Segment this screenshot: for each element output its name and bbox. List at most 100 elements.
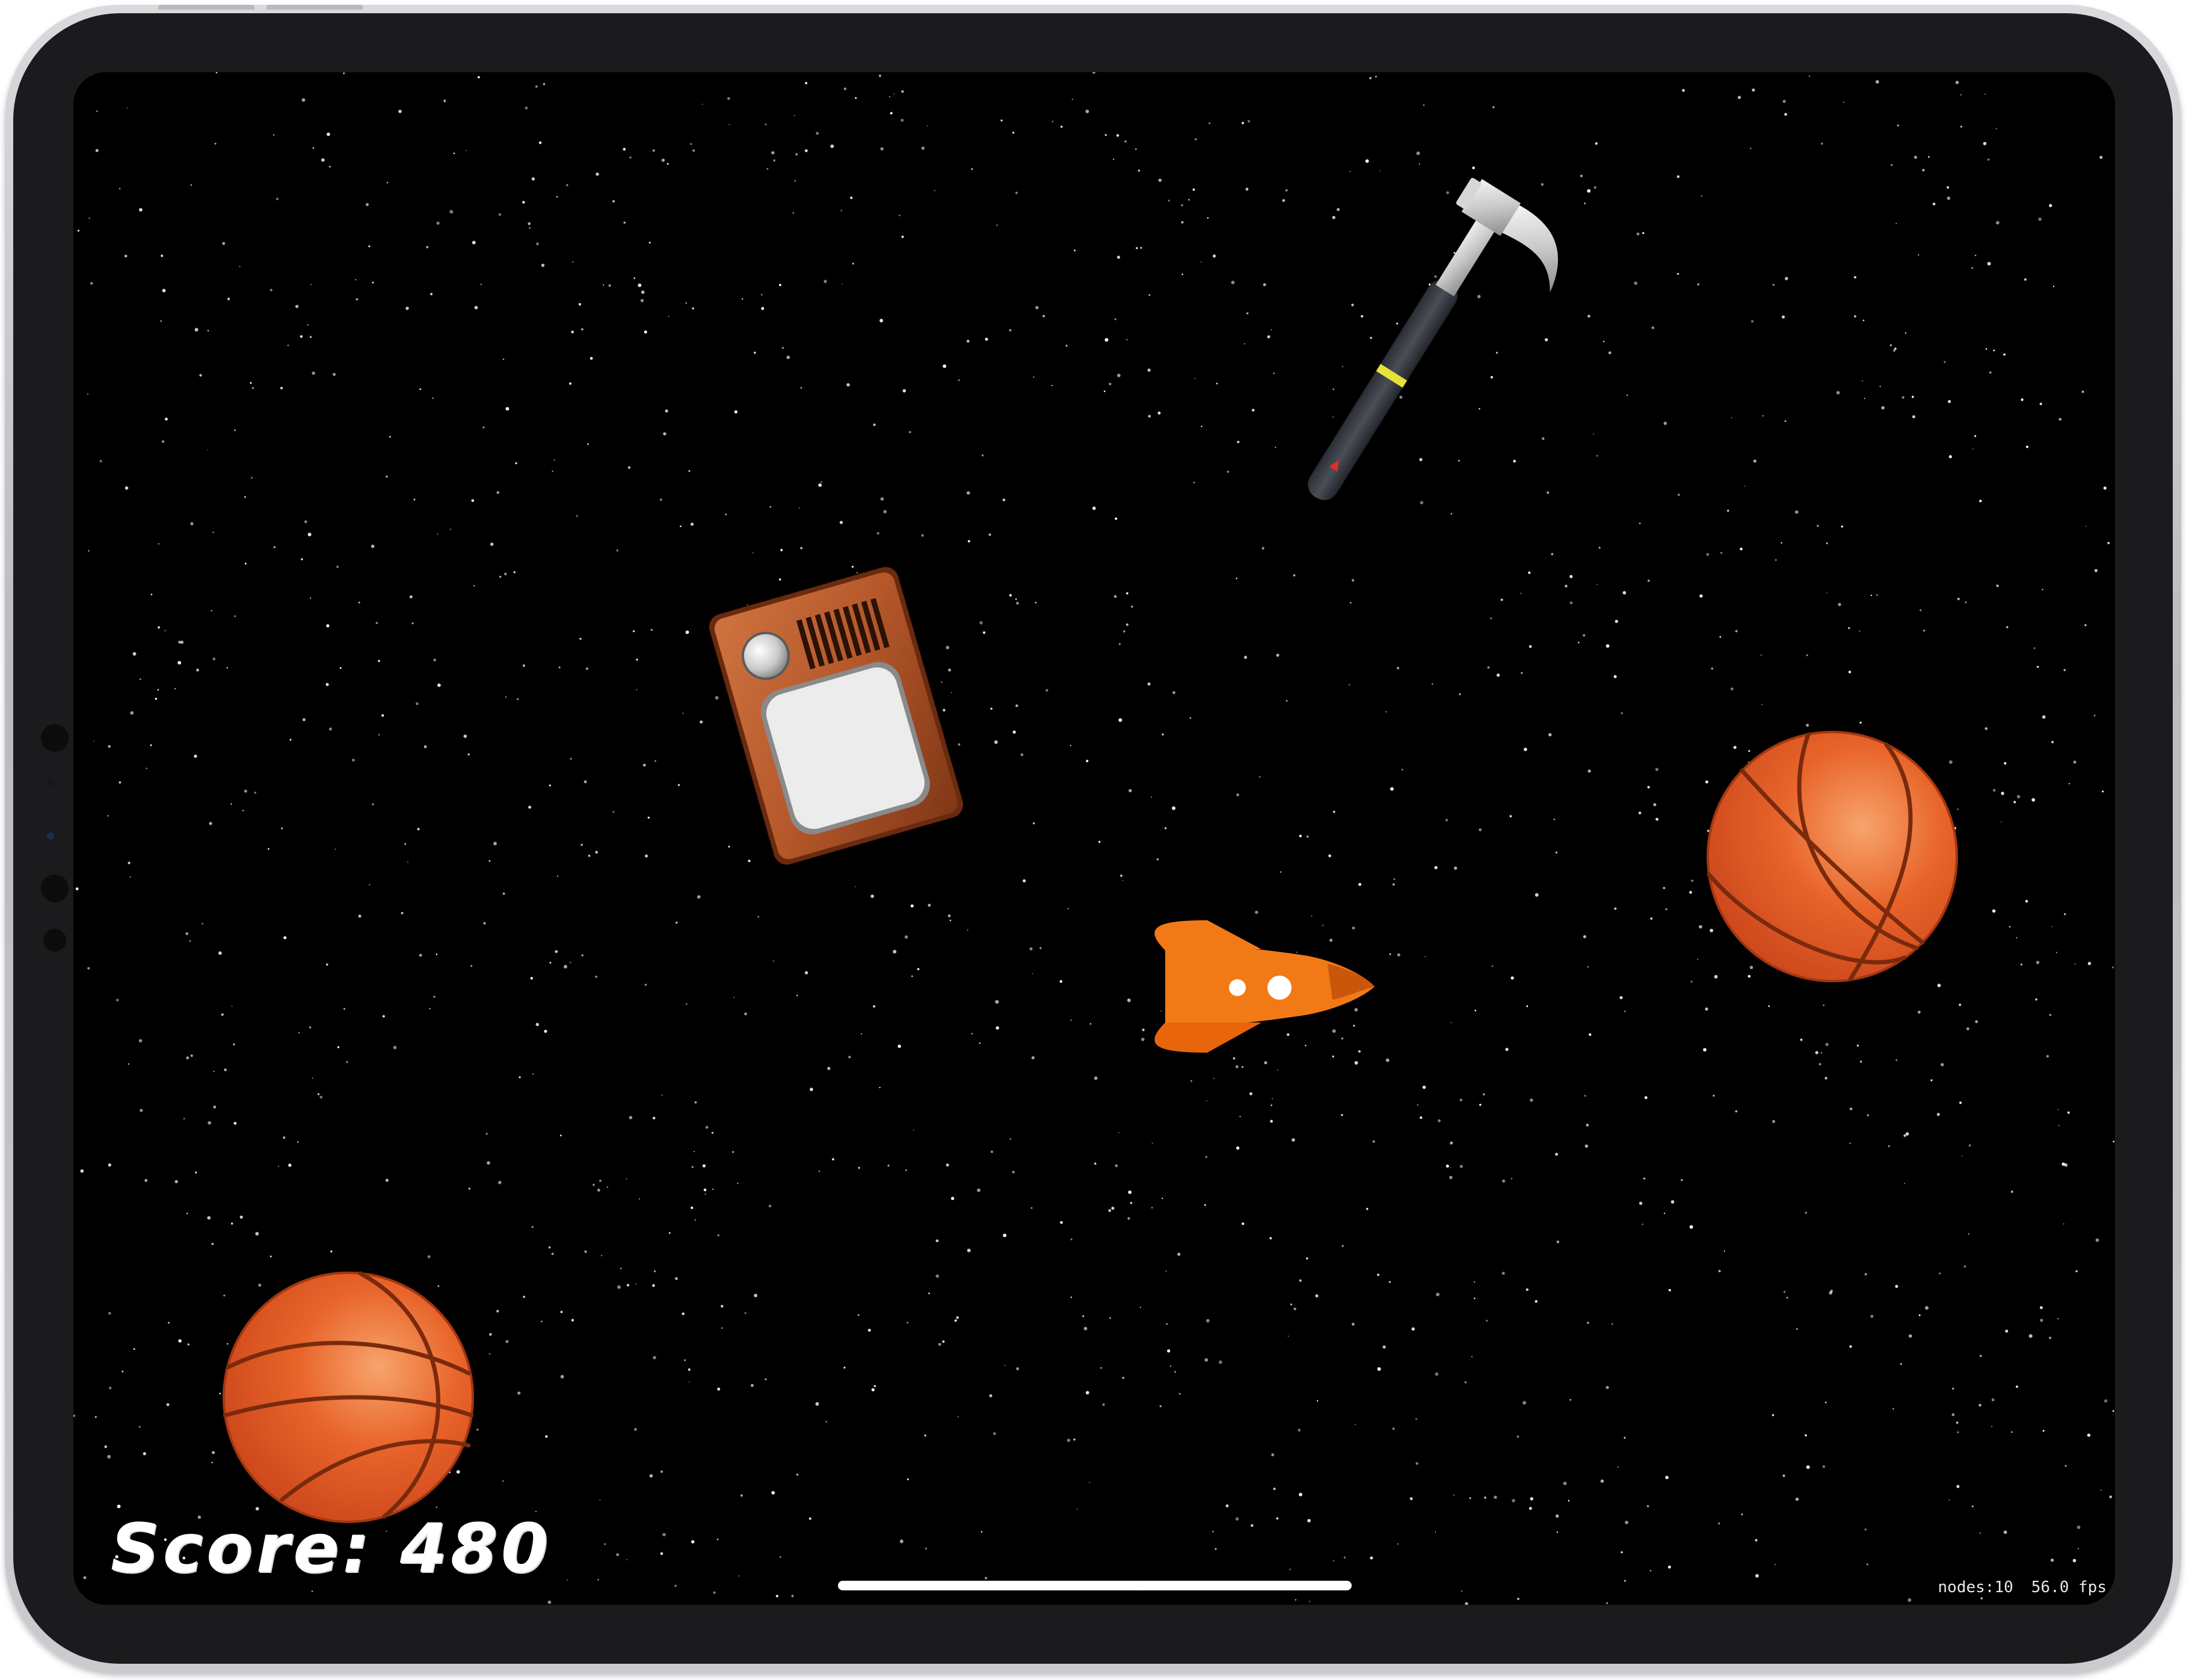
star xyxy=(1965,601,1967,603)
star xyxy=(1719,636,1722,638)
star xyxy=(1993,349,1995,352)
star xyxy=(1353,1024,1355,1027)
star xyxy=(268,848,269,850)
star xyxy=(578,303,581,306)
star xyxy=(449,210,454,214)
star xyxy=(2067,1111,2070,1114)
star xyxy=(1020,753,1024,757)
star xyxy=(1806,1465,1810,1469)
star xyxy=(559,1134,562,1137)
star xyxy=(368,245,371,248)
star xyxy=(871,1388,875,1392)
star xyxy=(967,540,970,543)
star xyxy=(476,1428,479,1431)
star xyxy=(818,483,822,487)
star xyxy=(938,1343,941,1346)
star xyxy=(227,297,230,301)
star xyxy=(190,184,192,186)
star xyxy=(456,1470,460,1474)
star xyxy=(2093,715,2096,716)
star xyxy=(1690,980,1693,983)
star xyxy=(1598,547,1601,549)
star xyxy=(1861,380,1864,382)
star xyxy=(1109,1317,1112,1319)
star xyxy=(386,182,389,183)
star xyxy=(88,550,90,552)
star xyxy=(1928,156,1930,158)
star xyxy=(1227,470,1230,473)
star xyxy=(1434,866,1438,870)
star xyxy=(716,1538,719,1540)
debug-stats: nodes:10 56.0 fps xyxy=(1920,1578,2107,1596)
star xyxy=(1299,1492,1302,1497)
star xyxy=(185,932,189,935)
star xyxy=(416,702,419,706)
star xyxy=(551,1252,554,1255)
star xyxy=(1870,1314,1874,1318)
star xyxy=(1593,186,1596,189)
star xyxy=(1720,552,1723,554)
star xyxy=(1332,1029,1336,1033)
star xyxy=(1580,174,1583,177)
star xyxy=(1332,389,1334,390)
star xyxy=(1123,630,1125,633)
star xyxy=(244,789,247,793)
star xyxy=(1035,306,1039,310)
star xyxy=(1070,1238,1073,1241)
star xyxy=(1389,953,1391,955)
star xyxy=(1639,1201,1643,1205)
star xyxy=(878,75,881,77)
star xyxy=(327,132,330,137)
star xyxy=(1204,1358,1208,1362)
star xyxy=(1016,1367,1020,1370)
star xyxy=(946,645,950,650)
star xyxy=(1968,1144,1971,1147)
star xyxy=(1166,1323,1168,1325)
star xyxy=(1975,1020,1978,1024)
star xyxy=(1293,574,1296,577)
star xyxy=(548,1246,551,1249)
star xyxy=(130,711,134,715)
star xyxy=(1474,1297,1476,1299)
star xyxy=(1836,391,1840,395)
star xyxy=(993,1432,996,1435)
star xyxy=(1735,630,1738,633)
star xyxy=(538,141,542,144)
star xyxy=(218,951,222,955)
star xyxy=(2020,963,2023,966)
star xyxy=(1453,866,1458,870)
star xyxy=(692,307,694,310)
star xyxy=(1614,907,1617,910)
star xyxy=(1864,1273,1867,1276)
star xyxy=(436,953,438,955)
game-screen[interactable]: Score: 480 nodes:10 56.0 fps xyxy=(73,72,2115,1605)
star xyxy=(525,106,528,109)
game-scene[interactable] xyxy=(73,72,2115,1605)
star xyxy=(304,520,307,523)
star xyxy=(2111,966,2114,968)
star xyxy=(1957,597,1960,600)
star xyxy=(652,149,655,152)
star xyxy=(2063,1223,2064,1225)
star xyxy=(1646,1505,1649,1507)
basketball-sprite[interactable] xyxy=(223,1271,474,1523)
star xyxy=(1848,671,1852,674)
star xyxy=(2095,1238,2099,1242)
basketball-sprite[interactable] xyxy=(1707,731,1958,982)
home-indicator[interactable] xyxy=(838,1581,1352,1590)
star xyxy=(1060,1221,1063,1224)
star xyxy=(207,449,209,451)
star xyxy=(971,168,973,170)
star xyxy=(1625,1521,1628,1524)
star xyxy=(1270,1104,1272,1106)
star xyxy=(943,364,947,368)
star xyxy=(2025,900,2028,903)
star xyxy=(1996,221,2000,225)
star xyxy=(1939,1272,1941,1275)
star xyxy=(1113,595,1117,598)
star xyxy=(269,289,272,292)
star xyxy=(1676,175,1680,178)
star xyxy=(411,622,414,624)
star xyxy=(1082,1315,1085,1317)
star xyxy=(1523,1401,1527,1405)
